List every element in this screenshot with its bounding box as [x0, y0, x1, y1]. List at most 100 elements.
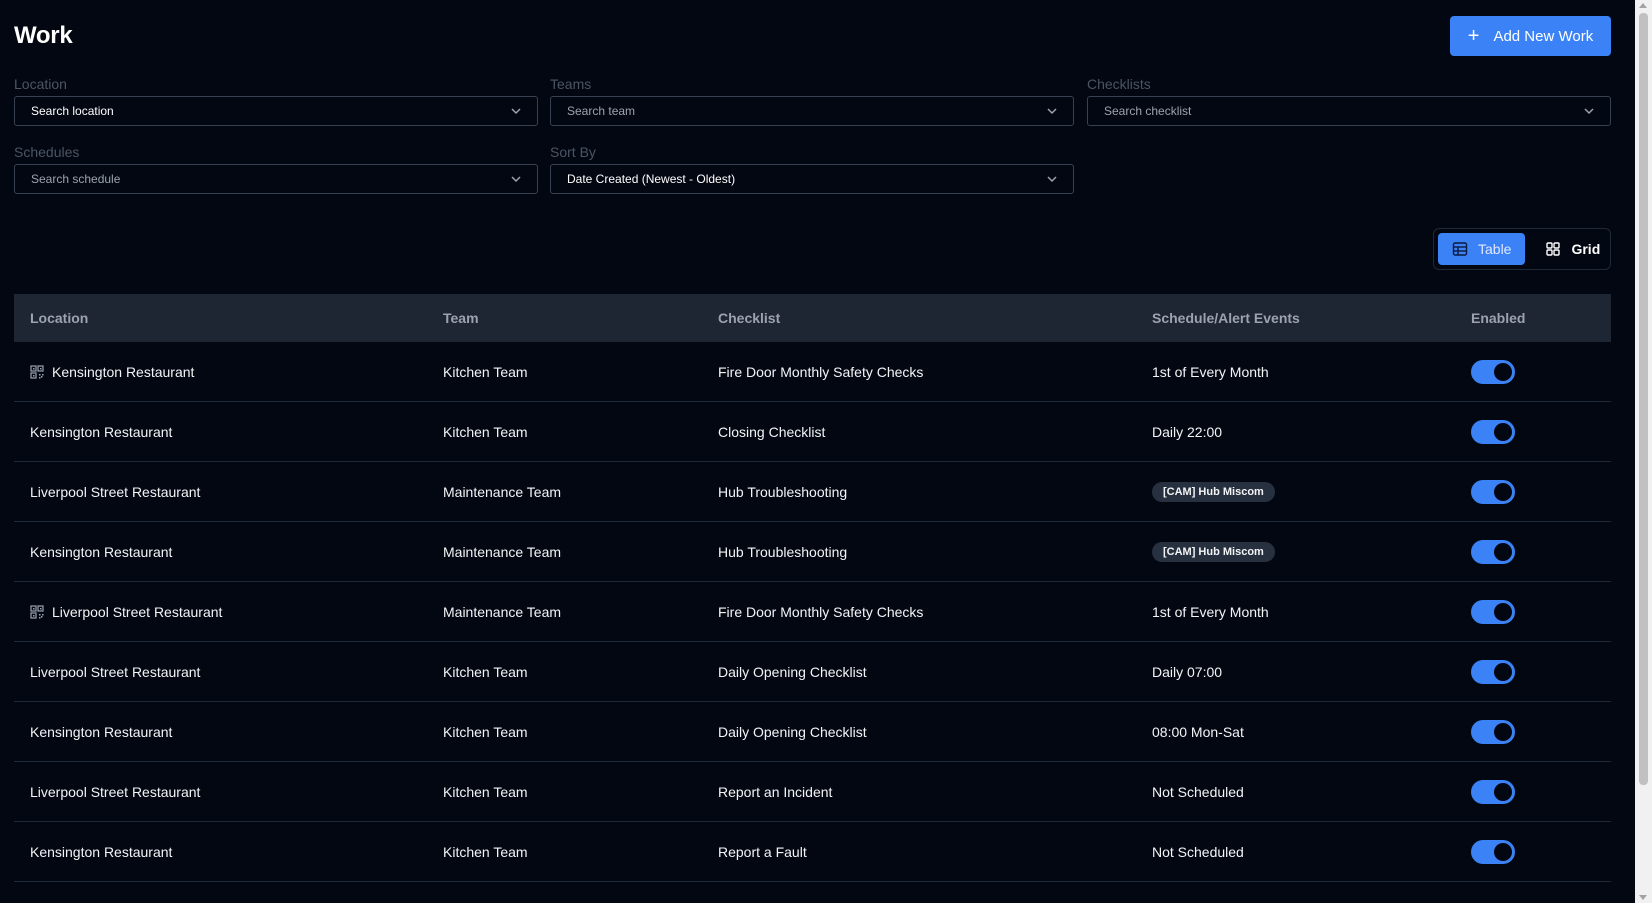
- table-row[interactable]: Kensington Restaurant Kitchen Team Closing…: [14, 402, 1611, 462]
- cell-checklist: Report an Incident: [718, 783, 833, 800]
- qr-code-icon: [30, 604, 44, 619]
- cell-enabled: [1455, 659, 1611, 684]
- table-row[interactable]: Kensington Restaurant Kitchen Team Fire Do…: [14, 342, 1611, 402]
- table-view-label: Table: [1478, 241, 1512, 257]
- vertical-scrollbar[interactable]: [1635, 0, 1652, 903]
- table-row[interactable]: Kensington Restaurant Maintenance Team Hub…: [14, 522, 1611, 582]
- cell-location: Liverpool Street Restaurant: [14, 784, 427, 800]
- table-row[interactable]: Liverpool Street Restaurant Maintenance T…: [14, 462, 1611, 522]
- location-text: Kensington Restaurant: [30, 543, 173, 560]
- alert-event-badge: [CAM] Hub Miscom: [1152, 541, 1275, 562]
- location-text: Kensington Restaurant: [52, 363, 195, 380]
- checklists-select-value: Search checklist: [1104, 104, 1192, 118]
- enabled-toggle[interactable]: [1471, 599, 1515, 624]
- schedules-filter: Schedules Search schedule: [14, 144, 538, 194]
- enabled-toggle[interactable]: [1471, 539, 1515, 564]
- table-row[interactable]: Kensington Restaurant Kitchen Team Report …: [14, 822, 1611, 882]
- enabled-toggle[interactable]: [1471, 419, 1515, 444]
- location-select[interactable]: Search location: [14, 96, 538, 126]
- chevron-down-icon: [1047, 176, 1057, 183]
- cell-enabled: [1455, 839, 1611, 864]
- toggle-knob: [1494, 722, 1512, 741]
- schedule-text: Not Scheduled: [1152, 843, 1244, 860]
- teams-select-value: Search team: [567, 104, 636, 118]
- schedules-filter-label: Schedules: [14, 144, 80, 160]
- schedule-text: 1st of Every Month: [1152, 603, 1269, 620]
- grid-view-label: Grid: [1571, 241, 1601, 257]
- table-row[interactable]: Kensington Restaurant Kitchen Team Daily O…: [14, 702, 1611, 762]
- cell-checklist: Daily Opening Checklist: [718, 723, 867, 740]
- cell-enabled: [1455, 479, 1611, 504]
- cell-enabled: [1455, 719, 1611, 744]
- enabled-toggle[interactable]: [1471, 359, 1515, 384]
- schedule-text: 08:00 Mon-Sat: [1152, 723, 1244, 740]
- enabled-toggle[interactable]: [1471, 479, 1515, 504]
- cell-schedule: 1st of Every Month: [1136, 604, 1455, 620]
- location-text: Kensington Restaurant: [30, 843, 173, 860]
- plus-icon: +: [1467, 25, 1480, 47]
- cell-schedule: Daily 22:00: [1136, 424, 1455, 440]
- scroll-down-icon[interactable]: [1639, 895, 1647, 900]
- cell-enabled: [1455, 419, 1611, 444]
- cell-enabled: [1455, 599, 1611, 624]
- chevron-down-icon: [511, 176, 521, 183]
- sort-by-select[interactable]: Date Created (Newest - Oldest): [550, 164, 1074, 194]
- header-checklist: Checklist: [718, 310, 781, 326]
- cell-location: Kensington Restaurant: [14, 544, 427, 560]
- location-text: Liverpool Street Restaurant: [52, 603, 223, 620]
- header-schedule: Schedule/Alert Events: [1152, 310, 1300, 326]
- cell-team: Maintenance Team: [443, 543, 562, 560]
- add-new-work-label: Add New Work: [1493, 27, 1594, 45]
- cell-enabled: [1455, 779, 1611, 804]
- cell-checklist: Hub Troubleshooting: [718, 543, 848, 560]
- toggle-knob: [1494, 542, 1512, 561]
- work-table: Location Team Checklist Schedule/Alert E…: [14, 294, 1611, 882]
- page-title: Work: [14, 22, 73, 49]
- sort-by-label: Sort By: [550, 144, 596, 160]
- toggle-knob: [1494, 602, 1512, 621]
- checklists-filter: Checklists Search checklist: [1087, 76, 1611, 126]
- chevron-down-icon: [511, 108, 521, 115]
- cell-schedule: [CAM] Hub Miscom: [1136, 541, 1455, 562]
- grid-view-button[interactable]: Grid: [1531, 233, 1614, 265]
- toggle-knob: [1494, 782, 1512, 801]
- cell-team: Kitchen Team: [443, 723, 528, 740]
- teams-select[interactable]: Search team: [550, 96, 1074, 126]
- cell-schedule: 08:00 Mon-Sat: [1136, 724, 1455, 740]
- cell-checklist: Fire Door Monthly Safety Checks: [718, 363, 924, 380]
- scroll-up-icon[interactable]: [1639, 3, 1647, 8]
- table-row[interactable]: Liverpool Street Restaurant Kitchen Team D…: [14, 642, 1611, 702]
- teams-filter: Teams Search team: [550, 76, 1074, 126]
- add-new-work-button[interactable]: + Add New Work: [1450, 16, 1611, 56]
- cell-team: Kitchen Team: [443, 843, 528, 860]
- cell-location: Liverpool Street Restaurant: [14, 484, 427, 500]
- cell-checklist: Closing Checklist: [718, 423, 826, 440]
- cell-team: Maintenance Team: [443, 483, 562, 500]
- cell-location: Liverpool Street Restaurant: [14, 664, 427, 680]
- cell-checklist: Report a Fault: [718, 843, 807, 860]
- enabled-toggle[interactable]: [1471, 659, 1515, 684]
- checklists-select[interactable]: Search checklist: [1087, 96, 1611, 126]
- work-page: Work + Add New Work Location Search loca…: [14, 0, 1611, 882]
- cell-team: Maintenance Team: [443, 603, 562, 620]
- qr-code-icon: [30, 364, 44, 379]
- grid-icon: [1546, 242, 1561, 256]
- schedules-select[interactable]: Search schedule: [14, 164, 538, 194]
- page-header: Work + Add New Work: [14, 0, 1611, 72]
- location-filter: Location Search location: [14, 76, 538, 126]
- table-view-button[interactable]: Table: [1438, 233, 1526, 265]
- table-row[interactable]: Liverpool Street Restaurant Kitchen Team R…: [14, 762, 1611, 822]
- enabled-toggle[interactable]: [1471, 839, 1515, 864]
- cell-location: Liverpool Street Restaurant: [14, 604, 427, 620]
- enabled-toggle[interactable]: [1471, 719, 1515, 744]
- cell-location: Kensington Restaurant: [14, 844, 427, 860]
- toggle-knob: [1494, 662, 1512, 681]
- scroll-thumb[interactable]: [1639, 13, 1648, 785]
- table-row[interactable]: Liverpool Street Restaurant Maintenance T…: [14, 582, 1611, 642]
- cell-team: Kitchen Team: [443, 663, 528, 680]
- cell-schedule: Not Scheduled: [1136, 844, 1455, 860]
- schedule-text: 1st of Every Month: [1152, 363, 1269, 380]
- enabled-toggle[interactable]: [1471, 779, 1515, 804]
- cell-schedule: [CAM] Hub Miscom: [1136, 481, 1455, 502]
- cell-team: Kitchen Team: [443, 363, 528, 380]
